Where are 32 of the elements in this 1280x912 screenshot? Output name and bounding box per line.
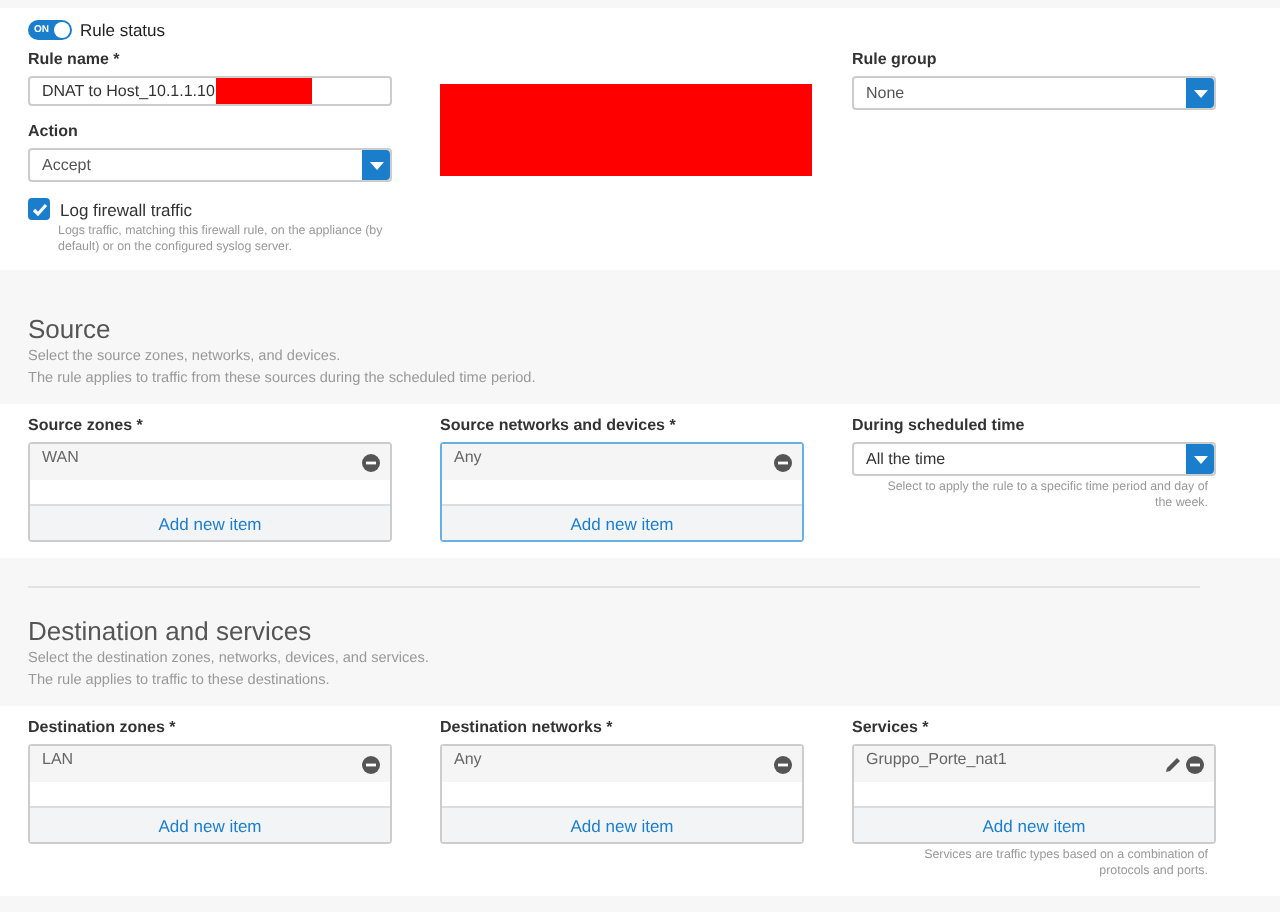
field-label: During scheduled time xyxy=(852,416,1027,436)
rule-status-label: Rule status xyxy=(80,20,166,40)
field-label: Services * xyxy=(852,718,931,738)
add-item-button[interactable]: Add new item xyxy=(30,504,390,540)
remove-icon[interactable] xyxy=(362,453,380,471)
action-label: Action xyxy=(28,122,80,142)
section-title: Destination and services xyxy=(28,616,314,648)
field-label: Source zones * xyxy=(28,416,145,436)
field-label: Source networks and devices * xyxy=(440,416,678,436)
remove-icon[interactable] xyxy=(774,453,792,471)
schedule-dropdown[interactable]: All the time xyxy=(852,442,1216,476)
caret-icon xyxy=(1186,444,1214,474)
remove-icon[interactable] xyxy=(1186,755,1204,773)
rule-group-dropdown[interactable]: None xyxy=(852,76,1216,110)
log-traffic-label: Log firewall traffic xyxy=(60,199,192,219)
rule-name-label: Rule name * xyxy=(28,50,122,70)
rule-group-label: Rule group xyxy=(852,50,939,70)
add-item-button[interactable]: Add new item xyxy=(30,806,390,842)
add-item-button[interactable]: Add new item xyxy=(854,806,1214,842)
caret-icon xyxy=(362,150,390,180)
field-label: Destination zones * xyxy=(28,718,178,738)
section-title: Source xyxy=(28,314,113,346)
caret-icon xyxy=(1186,78,1214,108)
remove-icon[interactable] xyxy=(774,755,792,773)
field-label: Destination networks * xyxy=(440,718,615,738)
action-dropdown[interactable]: Accept xyxy=(28,148,392,182)
remove-icon[interactable] xyxy=(362,755,380,773)
log-traffic-checkbox[interactable] xyxy=(28,198,50,220)
add-item-button[interactable]: Add new item xyxy=(442,806,802,842)
add-item-button[interactable]: Add new item xyxy=(442,504,802,540)
rule-name-field[interactable]: DNAT to Host_10.1.1.10 xyxy=(28,76,392,106)
pencil-icon[interactable] xyxy=(1164,755,1182,773)
